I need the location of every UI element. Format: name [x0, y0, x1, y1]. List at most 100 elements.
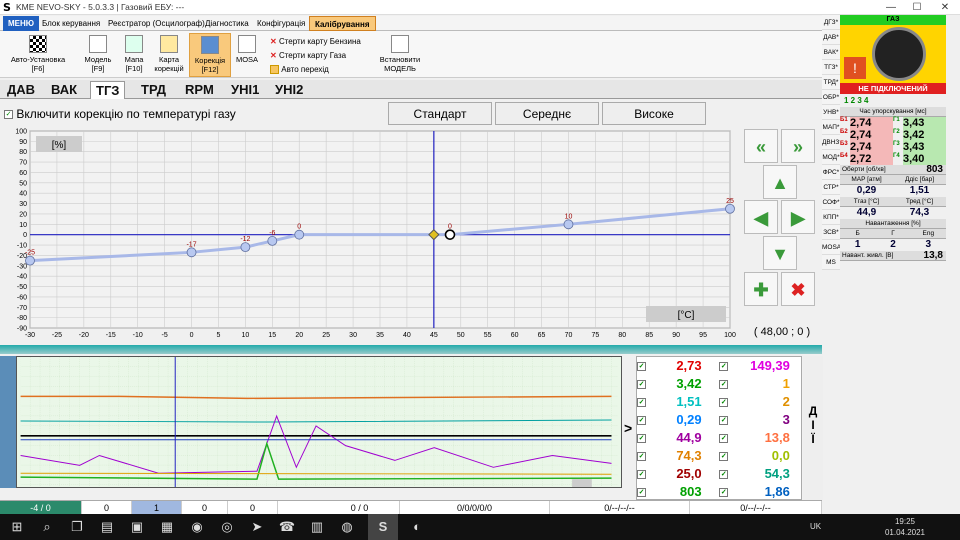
side-item[interactable]: ВАК* [822, 45, 840, 60]
y-tick-label: -60 [17, 294, 27, 301]
app4-icon[interactable]: ▥ [302, 514, 332, 540]
side-item[interactable]: СОФ* [822, 195, 840, 210]
mosa-button[interactable]: MOSA [233, 33, 261, 77]
minimize-button[interactable]: — [880, 0, 902, 15]
menu-main[interactable]: МЕНЮ [3, 16, 40, 31]
erase-gas-map-button[interactable]: ✕ Стерти карту Газа [270, 49, 346, 62]
search-icon[interactable]: ⌕ [32, 514, 62, 540]
channel-a-checkbox[interactable]: ✓ [637, 362, 646, 372]
side-item[interactable]: ТРД* [822, 75, 840, 90]
menu-config[interactable]: Конфігурація [252, 16, 310, 31]
preset-medium-button[interactable]: Середнє [495, 102, 599, 125]
menu-calibration[interactable]: Калібрування [309, 16, 376, 31]
first-point-icon[interactable]: « [744, 129, 778, 163]
tab-uni2[interactable]: УНІ2 [270, 81, 308, 99]
tab-tgz[interactable]: ТГЗ [90, 81, 126, 99]
telegram-icon[interactable]: ➤ [242, 514, 272, 540]
viber-icon[interactable]: ☎ [272, 514, 302, 540]
side-item[interactable]: ТГЗ* [822, 60, 840, 75]
auto-setup-button[interactable]: Авто-Установка [F6] [3, 33, 73, 77]
preset-standard-button[interactable]: Стандарт [388, 102, 492, 125]
side-item[interactable]: ОБР* [822, 90, 840, 105]
app3-icon[interactable]: ◎ [212, 514, 242, 540]
side-item[interactable]: MS [822, 255, 840, 270]
move-left-icon[interactable]: ◀ [744, 200, 778, 234]
splitter-bar[interactable] [0, 345, 822, 354]
language-indicator[interactable]: UK [810, 522, 821, 531]
tab-vak[interactable]: ВАК [46, 81, 82, 99]
delete-point-icon[interactable]: ✖ [781, 272, 815, 306]
erase-petrol-map-button[interactable]: ✕ Стерти карту Бензина [270, 35, 361, 48]
side-item[interactable]: МАП* [822, 120, 840, 135]
channel-a-checkbox[interactable]: ✓ [637, 452, 646, 462]
x-tick-label: -20 [79, 332, 89, 339]
channel-b-checkbox[interactable]: ✓ [719, 362, 729, 372]
move-up-icon[interactable]: ▲ [763, 165, 797, 199]
side-item[interactable]: СТР* [822, 180, 840, 195]
correction-toggle[interactable]: ✓ Включити корекцію по температурі газу [4, 107, 236, 121]
menu-diagnostics[interactable]: Діагностика [200, 16, 254, 31]
chrome-icon[interactable]: ◍ [332, 514, 362, 540]
correction-chart[interactable]: -30 -25 -20 -15 -10 -5 0 5 10 15 20 25 30 35 40 45 50 55 6… [0, 128, 740, 343]
menu-ecu[interactable]: Блок керування [37, 16, 105, 31]
side-item[interactable]: ЗСВ* [822, 225, 840, 240]
last-point-icon[interactable]: » [781, 129, 815, 163]
preset-high-button[interactable]: Високе [602, 102, 706, 125]
clock-date[interactable]: 01.04.2021 [880, 528, 930, 537]
side-item[interactable]: ДГЗ* [822, 15, 840, 30]
channel-b-checkbox[interactable]: ✓ [719, 398, 729, 408]
correction-button[interactable]: Корекція [F12] [189, 33, 231, 77]
channel-a-checkbox[interactable]: ✓ [637, 470, 646, 480]
gas-switch-panel[interactable]: ! [840, 25, 946, 83]
channel-a-checkbox[interactable]: ✓ [637, 434, 646, 444]
channel-b-checkbox[interactable]: ✓ [719, 470, 729, 480]
channel-a-checkbox[interactable]: ✓ [637, 416, 646, 426]
oscilloscope-plot[interactable] [16, 356, 622, 488]
channel-a-checkbox[interactable]: ✓ [637, 380, 646, 390]
close-button[interactable]: ✕ [934, 0, 956, 15]
scope-toolbar[interactable] [0, 356, 16, 488]
menu-recorder[interactable]: Реєстратор (Осцилограф) [103, 16, 210, 31]
channel-a-checkbox[interactable]: ✓ [637, 398, 646, 408]
model-button[interactable]: Модель [F9] [80, 33, 116, 77]
channel-b-checkbox[interactable]: ✓ [719, 416, 729, 426]
side-item[interactable]: КПП* [822, 210, 840, 225]
clock-time[interactable]: 19:25 [880, 517, 930, 526]
side-item[interactable]: ДВНЗ* [822, 135, 842, 150]
auto-switch-toggle[interactable]: Авто перехід [270, 63, 329, 76]
channel-b-checkbox[interactable]: ✓ [719, 434, 729, 444]
tab-dav[interactable]: ДАВ [2, 81, 40, 99]
side-item[interactable]: ДАВ* [822, 30, 840, 45]
side-item[interactable]: ФРС* [822, 165, 840, 180]
calculator-icon[interactable]: ▦ [152, 514, 182, 540]
app5-icon[interactable]: ◐ [402, 514, 432, 540]
side-item[interactable]: УНВ* [822, 105, 840, 120]
task-view-icon[interactable]: ❐ [62, 514, 92, 540]
y-tick-label: 40 [19, 191, 27, 198]
channel-b-checkbox[interactable]: ✓ [719, 452, 729, 462]
channel-b-checkbox[interactable]: ✓ [719, 380, 729, 390]
tab-uni1[interactable]: УНІ1 [226, 81, 264, 99]
channel-b-checkbox[interactable]: ✓ [719, 488, 729, 498]
start-icon[interactable]: ⊞ [2, 514, 32, 540]
gas-switch-dial-icon[interactable] [872, 27, 926, 81]
map-button[interactable]: Мапа [F10] [118, 33, 150, 77]
actions-panel[interactable]: Д І Ї [803, 356, 823, 500]
move-down-icon[interactable]: ▼ [763, 236, 797, 270]
correction-map-button[interactable]: Карта корекцій [151, 33, 187, 77]
explorer-icon[interactable]: ▤ [92, 514, 122, 540]
tab-trd[interactable]: ТРД [136, 81, 171, 99]
side-item[interactable]: MOSA* [822, 240, 844, 255]
channel-a-checkbox[interactable]: ✓ [637, 488, 646, 498]
correction-checkbox[interactable]: ✓ [4, 110, 13, 120]
move-right-icon[interactable]: ▶ [781, 200, 815, 234]
set-model-button[interactable]: Встановити МОДЕЛЬ [374, 33, 426, 77]
maximize-button[interactable]: ☐ [906, 0, 928, 15]
add-point-icon[interactable]: ✚ [744, 272, 778, 306]
point-label: -6 [269, 230, 275, 237]
app2-icon[interactable]: ◉ [182, 514, 212, 540]
app1-icon[interactable]: ▣ [122, 514, 152, 540]
side-item[interactable]: МОД* [822, 150, 840, 165]
tab-rpm[interactable]: RPM [180, 81, 219, 99]
kme-app-icon[interactable]: S [368, 514, 398, 540]
